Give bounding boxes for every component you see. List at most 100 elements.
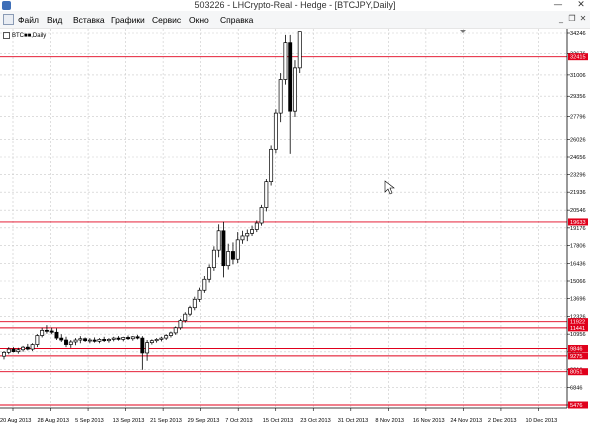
x-tick-label: 29 Sep 2013	[188, 418, 220, 424]
x-tick-label: 28 Aug 2013	[38, 418, 69, 424]
candle-body	[216, 230, 221, 251]
candle-body	[25, 346, 30, 350]
x-tick-label: 23 Oct 2013	[300, 418, 330, 424]
mdi-close-button[interactable]: ✕	[578, 13, 588, 26]
y-tick-label: 10956	[570, 332, 586, 338]
candle-body	[6, 348, 11, 353]
x-tick-label: 7 Oct 2013	[225, 418, 252, 424]
mdi-minimize-button[interactable]: _	[556, 13, 566, 26]
candle-body	[264, 181, 269, 208]
candle-body	[59, 337, 64, 341]
candle-body	[207, 267, 212, 280]
y-tick-label: 21936	[570, 190, 586, 196]
chart-canvas[interactable]: 3424632676310062935627796260262465623296…	[0, 29, 590, 428]
level-tag-label: 9846	[570, 346, 582, 352]
horizontal-levels	[0, 56, 567, 406]
y-tick-label: 26026	[570, 137, 586, 143]
chart-symbol-label: BTC■■,Daily	[3, 31, 46, 40]
candle-body	[226, 251, 231, 267]
candle-body	[121, 337, 126, 340]
candle-body	[178, 320, 183, 329]
candle-body	[102, 339, 107, 342]
candle-body	[273, 112, 278, 150]
chart-grid	[0, 29, 567, 408]
x-tick-label: 10 Dec 2013	[525, 418, 557, 424]
menu-bar: Файл Вид Вставка Графики Сервис Окно Спр…	[0, 11, 590, 29]
candle-body	[288, 42, 293, 112]
y-tick-label: 23296	[570, 173, 586, 179]
y-tick-label: 19176	[570, 226, 586, 232]
candle-body	[154, 339, 159, 342]
candle-body	[135, 336, 140, 339]
chart-shift-marker-icon[interactable]	[460, 30, 466, 33]
candle-body	[149, 340, 154, 343]
candle-body	[83, 338, 88, 342]
menu-insert[interactable]: Вставка	[73, 11, 105, 29]
candle-body	[30, 344, 35, 350]
y-tick-label: 15066	[570, 279, 586, 285]
candle-body	[164, 335, 169, 339]
candle-body	[35, 335, 40, 345]
menu-help[interactable]: Справка	[220, 11, 253, 29]
menu-tools[interactable]: Сервис	[152, 11, 181, 29]
x-tick-label: 15 Oct 2013	[263, 418, 293, 424]
price-chart[interactable]: 3424632676310062935627796260262465623296…	[0, 29, 590, 428]
candle-body	[297, 31, 302, 69]
candle-body	[78, 338, 83, 341]
x-tick-label: 2 Dec 2013	[488, 418, 517, 424]
x-tick-label: 21 Sep 2013	[150, 418, 182, 424]
candle-series	[2, 31, 302, 370]
mdi-restore-button[interactable]: ❐	[567, 13, 577, 26]
candle-body	[259, 207, 264, 224]
y-tick-label: 29356	[570, 94, 586, 100]
candle-body	[188, 307, 192, 315]
candle-body	[254, 222, 259, 230]
level-tag-label: 11441	[570, 326, 585, 332]
menu-file[interactable]: Файл	[18, 11, 39, 29]
candle-body	[173, 327, 178, 334]
y-tick-label: 31006	[570, 73, 586, 79]
x-tick-label: 13 Sep 2013	[113, 418, 145, 424]
candle-body	[235, 239, 240, 260]
y-tick-label: 17806	[570, 244, 586, 250]
candle-body	[293, 67, 297, 112]
x-tick-label: 8 Nov 2013	[375, 418, 404, 424]
window-title: 503226 - LHCrypto-Real - Hedge - [BTCJPY…	[194, 0, 396, 10]
minimize-button[interactable]: —	[551, 0, 565, 11]
level-tag-label: 9275	[570, 354, 582, 360]
level-tag-label: 5476	[570, 403, 582, 409]
x-tick-label: 24 Nov 2013	[450, 418, 482, 424]
candle-body	[169, 332, 173, 336]
chart-label-icon	[3, 32, 10, 39]
chart-symbol-text: BTC■■,Daily	[12, 32, 47, 39]
candle-body	[126, 337, 130, 340]
chart-window-icon[interactable]	[3, 14, 14, 25]
level-tag-label: 32415	[570, 55, 586, 61]
y-tick-label: 34246	[570, 31, 586, 37]
x-tick-label: 31 Oct 2013	[338, 418, 368, 424]
candle-body	[21, 346, 26, 351]
menu-charts[interactable]: Графики	[111, 11, 145, 29]
window-titlebar: 503226 - LHCrypto-Real - Hedge - [BTCJPY…	[0, 0, 590, 11]
candle-body	[68, 341, 73, 345]
candle-body	[183, 313, 188, 321]
candle-body	[250, 229, 254, 234]
candle-body	[140, 337, 145, 354]
menu-view[interactable]: Вид	[47, 11, 62, 29]
level-tag-label: 19633	[570, 220, 586, 226]
close-button[interactable]: ✕	[574, 0, 588, 11]
x-tick-label: 5 Sep 2013	[75, 418, 104, 424]
candle-body	[11, 348, 16, 353]
candle-body	[44, 329, 49, 332]
menu-window[interactable]: Окно	[189, 11, 209, 29]
candle-body	[269, 148, 274, 182]
candle-body	[54, 331, 59, 339]
candle-body	[159, 337, 164, 340]
candle-body	[73, 339, 78, 343]
candle-body	[211, 249, 216, 268]
candle-body	[245, 233, 250, 237]
candle-body	[145, 342, 150, 354]
candle-body	[130, 336, 135, 340]
candle-body	[97, 339, 102, 342]
candle-body	[197, 289, 202, 300]
